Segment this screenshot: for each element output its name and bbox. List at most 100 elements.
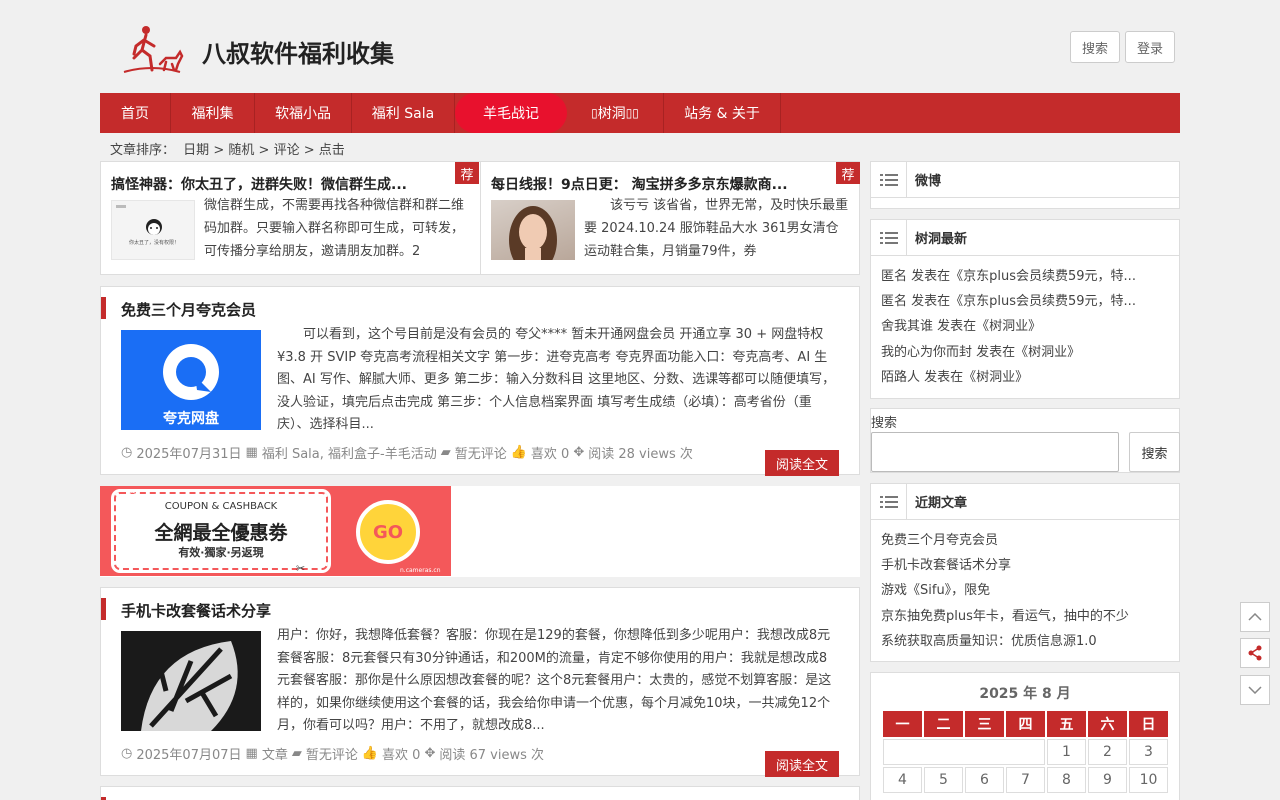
weibo-widget: 微博 [870, 161, 1180, 209]
calendar-day[interactable]: 2 [1088, 739, 1127, 765]
clock-icon: ◷ [121, 746, 133, 761]
comment-icon: ▰ [291, 746, 302, 761]
coupon-banner[interactable]: COUPON & CASHBACK 全網最全優惠劵 有效·獨家·另返現 GO n… [100, 486, 451, 576]
post-comments[interactable]: 暂无评论 [306, 744, 358, 763]
list-icon [871, 161, 907, 198]
thumb-caption: 你太丑了，没有权限！ [128, 240, 179, 246]
widget-title: 树洞最新 [915, 232, 968, 247]
nav-item-about[interactable]: 站务 & 关于 [664, 93, 781, 133]
post-category[interactable]: 文章 [262, 744, 288, 763]
views-icon: ✥ [424, 746, 436, 761]
sort-separator: > [303, 143, 315, 158]
calendar-day[interactable]: 3 [1129, 739, 1168, 765]
box-glyph-icon: ▯▯ [625, 106, 639, 120]
chevron-down-icon [1248, 686, 1262, 694]
views-icon: ✥ [573, 445, 585, 460]
treehole-item[interactable]: 匿名 发表在《京东plus会员续费59元，特... [881, 264, 1169, 289]
post-meta: ◷ 2025年07月31日 ▦ 福利 Sala, 福利盒子-羊毛活动 ▰ 暂无评论 👍… [121, 443, 693, 462]
post-thumbnail[interactable]: 夸克网盘 [121, 330, 261, 430]
recommend-badge: 荐 [455, 162, 479, 184]
recent-item[interactable]: 京东抽免费plus年卡，看运气，抽中的不少 [881, 604, 1169, 629]
clock-icon: ◷ [121, 445, 133, 460]
site-logo-icon[interactable] [120, 24, 184, 78]
category-icon: ▦ [245, 746, 258, 761]
widget-header: 树洞最新 [871, 219, 1179, 256]
post-excerpt: 可以看到，这个号目前是没有会员的 夸父**** 暂未开通网盘会员 开通立享 30… [277, 327, 836, 432]
coupon-url: n.cameras.cn [400, 567, 441, 574]
coupon-main-text: 全網最全優惠劵 [154, 522, 288, 544]
post-card: 免费三个月夸克会员 夸克网盘 可以看到，这个号目前是没有会员的 夸父**** 暂… [100, 286, 860, 476]
rec-title[interactable]: 搞怪神器：你太丑了，进群失败！微信群生成... [111, 174, 451, 194]
rec-excerpt: 微信群生成，不需要再找各种微信群和群二维码加群。只要输入群名称即可生成，可转发，… [204, 198, 465, 259]
search-widget: 搜索 搜索 [870, 408, 1180, 473]
post-title[interactable]: 免费三个月夸克会员 [121, 299, 256, 320]
calendar-day[interactable]: 10 [1129, 767, 1168, 793]
rec-title[interactable]: 每日线报！9点日更： 淘宝拼多多京东爆款商... [491, 174, 831, 194]
treehole-item[interactable]: 陌路人 发表在《树洞业》 [881, 365, 1169, 390]
post-likes[interactable]: 喜欢 0 [531, 443, 569, 462]
nav-item-fuliji[interactable]: 福利集 [171, 93, 255, 133]
calendar-day[interactable]: 6 [965, 767, 1004, 793]
calendar-grid: 一 二 三 四 五 六 日 1 2 3 4 5 6 7 8 9 10 [883, 711, 1168, 793]
share-button[interactable] [1240, 638, 1270, 668]
recent-item[interactable]: 免费三个月夸克会员 [881, 528, 1169, 553]
recommend-badge: 荐 [836, 162, 860, 184]
nav-item-sala[interactable]: 福利 Sala [352, 93, 455, 133]
recent-item[interactable]: 手机卡改套餐话术分享 [881, 553, 1169, 578]
chevron-up-icon [1248, 613, 1262, 621]
sad-face-icon [116, 205, 162, 235]
sort-option-clicks[interactable]: 点击 [319, 143, 345, 158]
nav-item-yangmao[interactable]: 羊毛战记 [455, 93, 567, 133]
nav-item-treehole[interactable]: ▯ 树洞 ▯▯ [567, 93, 664, 133]
nav-item-home[interactable]: 首页 [100, 93, 171, 133]
calendar-day[interactable]: 4 [883, 767, 922, 793]
sort-option-random[interactable]: 随机 [228, 143, 254, 158]
recent-list: 免费三个月夸克会员 手机卡改套餐话术分享 游戏《Sifu》，限免 京东抽免费pl… [871, 520, 1179, 662]
recent-item[interactable]: 系统获取高质量知识：优质信息源1.0 [881, 629, 1169, 654]
login-button[interactable]: 登录 [1125, 31, 1175, 63]
rec-thumbnail[interactable]: 你太丑了，没有权限！ [111, 200, 195, 260]
site-title[interactable]: 八叔软件福利收集 [202, 34, 394, 69]
header-search-button[interactable]: 搜索 [1070, 31, 1120, 63]
treehole-widget: 树洞最新 匿名 发表在《京东plus会员续费59元，特... 匿名 发表在《京东… [870, 219, 1180, 399]
widget-title: 近期文章 [915, 496, 968, 511]
post-title[interactable]: 手机卡改套餐话术分享 [121, 600, 271, 621]
post-thumbnail[interactable] [121, 631, 261, 731]
treehole-item[interactable]: 我的心为你而封 发表在《树洞业》 [881, 340, 1169, 365]
recommended-panel: 搞怪神器：你太丑了，进群失败！微信群生成... 荐 你太丑了，没有权限！ 微信群… [100, 161, 860, 275]
banner-ad-container: COUPON & CASHBACK 全網最全優惠劵 有效·獨家·另返現 GO n… [100, 486, 860, 577]
post-category[interactable]: 福利 Sala, 福利盒子-羊毛活动 [262, 443, 437, 462]
weekday-header: 日 [1129, 711, 1168, 737]
rec-excerpt: 该亏亏 该省省，世界无常，及时快乐最重要 2024.10.24 服饰鞋品大水 3… [584, 198, 849, 259]
sort-option-comments[interactable]: 评论 [274, 143, 300, 158]
thumbs-up-icon: 👍 [510, 445, 527, 460]
calendar-day[interactable]: 5 [924, 767, 963, 793]
calendar-empty [883, 739, 1045, 765]
search-input[interactable] [871, 432, 1119, 472]
read-more-button[interactable]: 阅读全文 [765, 450, 839, 476]
recent-item[interactable]: 游戏《Sifu》，限免 [881, 578, 1169, 603]
calendar-day[interactable]: 7 [1006, 767, 1045, 793]
weekday-header: 六 [1088, 711, 1127, 737]
rec-thumbnail[interactable] [491, 200, 575, 260]
main-nav: 首页 福利集 软福小品 福利 Sala 羊毛战记 ▯ 树洞 ▯▯ 站务 & 关于 [100, 93, 1180, 133]
sort-option-date[interactable]: 日期 [183, 143, 209, 158]
category-icon: ▦ [245, 445, 258, 460]
search-submit-button[interactable]: 搜索 [1129, 432, 1180, 472]
treehole-item[interactable]: 匿名 发表在《京东plus会员续费59元，特... [881, 289, 1169, 314]
recent-posts-widget: 近期文章 免费三个月夸克会员 手机卡改套餐话术分享 游戏《Sifu》，限免 京东… [870, 483, 1180, 662]
scroll-bottom-button[interactable] [1240, 675, 1270, 705]
leaf-photo-icon [141, 641, 238, 731]
calendar-day[interactable]: 9 [1088, 767, 1127, 793]
post-comments[interactable]: 暂无评论 [455, 443, 507, 462]
calendar-day[interactable]: 1 [1047, 739, 1086, 765]
weekday-header: 四 [1006, 711, 1045, 737]
scroll-top-button[interactable] [1240, 602, 1270, 632]
calendar-day[interactable]: 8 [1047, 767, 1086, 793]
nav-item-ruanfu[interactable]: 软福小品 [255, 93, 352, 133]
list-icon [871, 483, 907, 520]
post-likes[interactable]: 喜欢 0 [382, 744, 420, 763]
read-more-button[interactable]: 阅读全文 [765, 751, 839, 777]
treehole-item[interactable]: 舍我其谁 发表在《树洞业》 [881, 314, 1169, 339]
coupon-go-button[interactable]: GO [356, 500, 420, 564]
